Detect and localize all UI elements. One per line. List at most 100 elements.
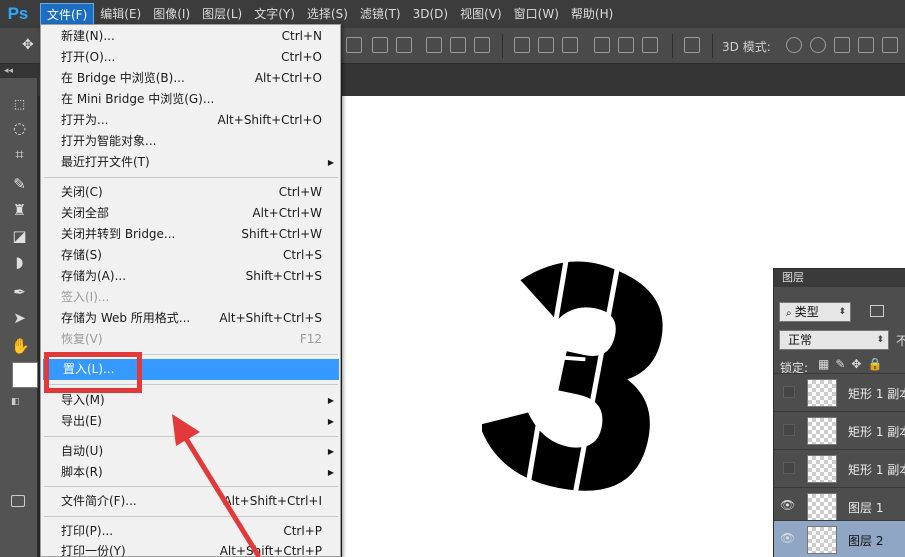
menu-filter[interactable]: 滤镜(T) bbox=[354, 0, 407, 28]
layers-panel-title[interactable]: 图层 bbox=[774, 269, 905, 287]
menu-item-shortcut: Alt+Ctrl+O bbox=[254, 71, 322, 85]
distribute-top-icon[interactable] bbox=[514, 37, 530, 53]
menu-item-shortcut: Ctrl+N bbox=[281, 29, 322, 43]
crop-tool-icon[interactable]: ⌗ bbox=[11, 146, 28, 163]
3d-roll-icon[interactable] bbox=[810, 37, 826, 53]
visibility-toggle[interactable] bbox=[783, 386, 795, 398]
menu-item-browse-bridge[interactable]: 在 Bridge 中浏览(B)... Alt+Ctrl+O bbox=[41, 68, 340, 89]
layer-kind-filter[interactable]: ⌕ 类型 ⬍ bbox=[779, 302, 851, 322]
menu-item-save-for-web[interactable]: 存储为 Web 所用格式... Alt+Shift+Ctrl+S bbox=[41, 308, 340, 329]
align-vcenter-icon[interactable] bbox=[372, 37, 388, 53]
menu-item-label: 关闭(C) bbox=[61, 185, 103, 199]
3d-mode-label: 3D 模式: bbox=[722, 40, 771, 54]
align-right-icon[interactable] bbox=[474, 37, 490, 53]
lock-options-icons[interactable]: ▦✎✥🔒 bbox=[818, 357, 888, 371]
menu-item-check-in: 签入(I)... bbox=[41, 287, 340, 308]
quick-mask-icon[interactable] bbox=[11, 495, 25, 507]
menu-window[interactable]: 窗口(W) bbox=[508, 0, 565, 28]
menu-item-label: 新建(N)... bbox=[61, 29, 115, 43]
visibility-toggle[interactable] bbox=[783, 462, 795, 474]
menu-item-label: 存储为(A)... bbox=[61, 269, 127, 283]
menu-item-label: 文件简介(F)... bbox=[61, 494, 137, 508]
menu-item-save-as[interactable]: 存储为(A)... Shift+Ctrl+S bbox=[41, 266, 340, 287]
hand-tool-icon[interactable]: ✋ bbox=[11, 338, 30, 355]
menu-item-close[interactable]: 关闭(C) Ctrl+W bbox=[41, 182, 340, 203]
pen-tool-icon[interactable]: ✒ bbox=[11, 284, 28, 301]
menu-item-shortcut: Ctrl+O bbox=[281, 50, 322, 64]
collapse-panel-icon[interactable]: ◂◂ bbox=[4, 66, 13, 76]
move-tool-icon[interactable]: ✥ bbox=[22, 37, 34, 53]
eraser-tool-icon[interactable]: ◪ bbox=[11, 228, 28, 245]
path-selection-tool-icon[interactable]: ➤ bbox=[11, 310, 28, 327]
healing-brush-tool-icon[interactable]: ✎ bbox=[11, 176, 28, 193]
menu-item-open-as[interactable]: 打开为... Alt+Shift+Ctrl+O bbox=[41, 110, 340, 131]
distribute-right-icon[interactable] bbox=[642, 37, 658, 53]
align-hcenter-icon[interactable] bbox=[450, 37, 466, 53]
menu-item-recent-files[interactable]: 最近打开文件(T) ▶ bbox=[41, 152, 340, 173]
3d-pan-icon[interactable] bbox=[834, 37, 850, 53]
options-separator bbox=[672, 34, 673, 58]
layer-row[interactable]: 矩形 1 副本 bbox=[774, 449, 905, 487]
blend-mode-value: 正常 bbox=[788, 333, 813, 347]
menu-item-shortcut: Alt+Shift+Ctrl+O bbox=[217, 113, 322, 127]
distribute-vcenter-icon[interactable] bbox=[538, 37, 554, 53]
menu-item-import[interactable]: 导入(M) ▶ bbox=[41, 390, 340, 411]
3d-slide-icon[interactable] bbox=[858, 37, 874, 53]
layer-name: 图层 2 bbox=[848, 534, 884, 548]
layer-row[interactable]: 矩形 1 副本 2 bbox=[774, 373, 905, 411]
menu-item-browse-mini-bridge[interactable]: 在 Mini Bridge 中浏览(G)... bbox=[41, 89, 340, 110]
layer-thumbnail bbox=[807, 455, 837, 483]
menu-item-close-all[interactable]: 关闭全部 Alt+Ctrl+W bbox=[41, 203, 340, 224]
3d-rotate-icon[interactable] bbox=[786, 37, 802, 53]
menu-view[interactable]: 视图(V) bbox=[454, 0, 508, 28]
menu-item-new[interactable]: 新建(N)... Ctrl+N bbox=[41, 26, 340, 47]
menu-item-open-smart-object[interactable]: 打开为智能对象... bbox=[41, 131, 340, 152]
opacity-label: 不 bbox=[896, 334, 905, 348]
distribute-hcenter-icon[interactable] bbox=[618, 37, 634, 53]
menu-separator bbox=[44, 177, 338, 178]
options-separator bbox=[712, 34, 713, 58]
menu-item-shortcut: Ctrl+W bbox=[278, 185, 322, 199]
menu-item-open[interactable]: 打开(O)... Ctrl+O bbox=[41, 47, 340, 68]
eye-icon[interactable]: 👁 bbox=[780, 498, 795, 512]
menu-3d[interactable]: 3D(D) bbox=[407, 0, 454, 28]
eye-icon[interactable]: 👁 bbox=[780, 531, 795, 545]
visibility-toggle[interactable] bbox=[783, 424, 795, 436]
menu-item-label: 打开为智能对象... bbox=[61, 134, 157, 148]
search-icon: ⌕ bbox=[786, 308, 795, 319]
menu-item-label: 最近打开文件(T) bbox=[61, 155, 150, 169]
menu-item-shortcut: Ctrl+P bbox=[283, 524, 322, 538]
submenu-arrow-icon: ▶ bbox=[327, 447, 334, 456]
layer-kind-value: 类型 bbox=[794, 305, 819, 319]
distribute-left-icon[interactable] bbox=[594, 37, 610, 53]
distribute-bottom-icon[interactable] bbox=[562, 37, 578, 53]
foreground-color-swatch[interactable] bbox=[12, 362, 38, 388]
layer-thumbnail bbox=[807, 493, 837, 521]
clone-stamp-tool-icon[interactable]: ♜ bbox=[11, 202, 28, 219]
menu-item-label: 关闭全部 bbox=[61, 206, 110, 220]
auto-align-icon[interactable] bbox=[684, 37, 700, 53]
3d-scale-icon[interactable] bbox=[882, 37, 898, 53]
layer-row-selected[interactable]: 👁 图层 2 bbox=[774, 520, 905, 557]
menu-item-shortcut: Shift+Ctrl+S bbox=[245, 269, 322, 283]
align-top-icon[interactable] bbox=[346, 37, 362, 53]
lasso-tool-icon[interactable]: ◌ bbox=[11, 120, 28, 137]
menu-item-label: 导出(E) bbox=[61, 414, 102, 428]
filter-pixel-layer-icon[interactable] bbox=[870, 305, 884, 317]
layer-thumbnail bbox=[807, 379, 837, 407]
menu-item-label: 存储为 Web 所用格式... bbox=[61, 311, 191, 325]
blend-mode-select[interactable]: 正常 ⬍ bbox=[779, 330, 889, 350]
default-colors-icon[interactable]: ◧ bbox=[11, 397, 20, 407]
options-separator bbox=[502, 34, 503, 58]
canvas-number-three-graphic bbox=[482, 256, 663, 496]
menu-item-save[interactable]: 存储(S) Ctrl+S bbox=[41, 245, 340, 266]
menu-item-shortcut: Shift+Ctrl+W bbox=[241, 227, 322, 241]
menu-item-close-go-bridge[interactable]: 关闭并转到 Bridge... Shift+Ctrl+W bbox=[41, 224, 340, 245]
marquee-tool-icon[interactable]: ⬚ bbox=[11, 96, 28, 113]
layer-row[interactable]: 矩形 1 副本 4 bbox=[774, 411, 905, 449]
align-bottom-icon[interactable] bbox=[396, 37, 412, 53]
menu-help[interactable]: 帮助(H) bbox=[565, 0, 619, 28]
blur-tool-icon[interactable]: ◗ bbox=[11, 254, 28, 271]
submenu-arrow-icon: ▶ bbox=[327, 396, 334, 405]
align-left-icon[interactable] bbox=[426, 37, 442, 53]
